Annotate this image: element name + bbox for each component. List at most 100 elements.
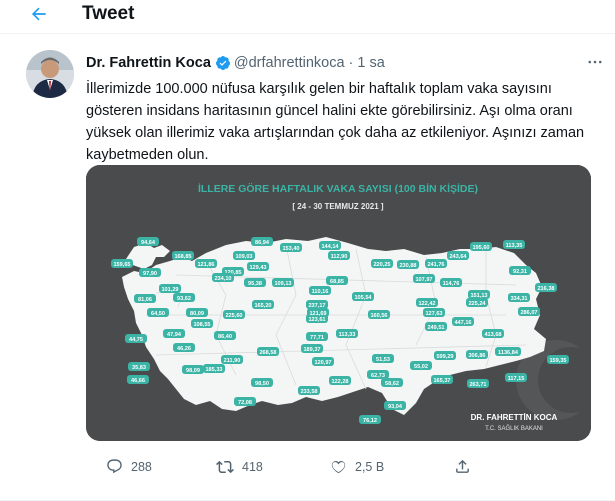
province-label-value: 97,90 xyxy=(143,271,157,277)
province-label-value: 64,50 xyxy=(151,311,165,317)
author-name[interactable]: Dr. Fahrettin Koca xyxy=(86,55,211,71)
province-label: 268,58 xyxy=(257,347,279,356)
tweet-text-line: İllerimizde 100.000 nüfusa karşılık gele… xyxy=(86,81,552,97)
province-label-value: 120,97 xyxy=(314,360,331,366)
province-label: 185,33 xyxy=(203,364,225,373)
province-label-value: 129,43 xyxy=(249,265,266,271)
province-label: 122,28 xyxy=(329,376,351,385)
reply-icon xyxy=(107,459,122,474)
tweet-author-line: Dr. Fahrettin Koca @drfahrettinkoca · 1 … xyxy=(86,55,385,71)
province-label: 95,38 xyxy=(244,278,266,287)
share-button[interactable] xyxy=(454,458,471,475)
map-footer-name: DR. FAHRETTİN KOCA xyxy=(471,413,558,422)
tweet-header: Tweet xyxy=(0,0,615,34)
province-label: 86,94 xyxy=(251,237,273,246)
province-label: 1136,84 xyxy=(495,347,521,356)
separator-dot: · xyxy=(348,55,354,71)
province-label-value: 230,88 xyxy=(399,263,416,269)
province-label-value: 62,73 xyxy=(371,373,385,379)
tweet-timestamp[interactable]: 1 sa xyxy=(357,55,384,71)
tweet-media-image[interactable]: İLLERE GÖRE HAFTALIK VAKA SAYISI (100 Bİ… xyxy=(86,165,591,441)
province-label-value: 98,50 xyxy=(255,381,269,387)
retweet-button[interactable]: 418 xyxy=(216,458,263,476)
province-label-value: 160,56 xyxy=(370,313,387,319)
province-label-value: 225,60 xyxy=(225,313,242,319)
province-label-value: 216,38 xyxy=(537,286,554,292)
province-label: 159,35 xyxy=(547,355,569,364)
province-label: 47,94 xyxy=(163,329,185,338)
province-label-value: 114,76 xyxy=(443,281,460,287)
tweet-text: İllerimizde 100.000 nüfusa karşılık gele… xyxy=(86,78,601,166)
province-label-value: 1136,84 xyxy=(498,350,519,356)
province-label-value: 144,14 xyxy=(321,244,339,250)
province-label-value: 268,58 xyxy=(259,350,276,356)
province-label: 77,71 xyxy=(306,332,328,341)
province-label: 110,16 xyxy=(309,286,331,295)
province-label: 113,35 xyxy=(503,240,525,249)
reply-button[interactable]: 288 xyxy=(106,458,152,475)
province-label: 55,02 xyxy=(410,361,432,370)
tweet-actions: 288 418 2,5 B xyxy=(86,458,606,488)
share-icon xyxy=(456,459,469,473)
province-label: 237,17 xyxy=(306,300,328,309)
province-label-value: 153,40 xyxy=(282,246,299,252)
map-title: İLLERE GÖRE HAFTALIK VAKA SAYISI (100 Bİ… xyxy=(198,182,478,195)
province-label: 98,09 xyxy=(182,365,204,374)
province-label: 107,97 xyxy=(413,274,435,283)
province-label-value: 107,97 xyxy=(415,277,432,283)
province-label-value: 249,51 xyxy=(427,325,444,331)
province-label: 129,43 xyxy=(247,262,269,271)
province-label: 234,10 xyxy=(212,273,234,282)
province-label: 127,63 xyxy=(423,308,445,317)
back-button[interactable] xyxy=(22,0,56,28)
province-label: 306,86 xyxy=(466,350,488,359)
province-label-value: 185,33 xyxy=(205,367,222,373)
province-label: 249,51 xyxy=(425,322,447,331)
province-label-value: 55,02 xyxy=(414,364,428,370)
avatar-image xyxy=(26,50,74,98)
author-handle[interactable]: @drfahrettinkoca xyxy=(234,55,345,71)
province-label-value: 127,63 xyxy=(425,311,442,317)
province-label: 168,85 xyxy=(172,251,194,260)
province-label-value: 35,83 xyxy=(132,365,146,371)
province-label: 122,42 xyxy=(416,298,438,307)
province-label-value: 159,35 xyxy=(549,358,566,364)
province-label: 144,14 xyxy=(319,241,341,250)
province-label-value: 599,29 xyxy=(436,354,453,360)
like-button[interactable]: 2,5 B xyxy=(330,458,384,475)
province-label: 413,68 xyxy=(482,329,504,338)
province-label-value: 93,04 xyxy=(388,404,403,410)
province-label: 117,15 xyxy=(505,373,527,382)
province-label-value: 101,29 xyxy=(161,287,178,293)
province-label: 286,07 xyxy=(518,307,540,316)
province-label: 44,75 xyxy=(125,334,147,343)
province-label: 230,88 xyxy=(397,260,419,269)
more-options-button[interactable] xyxy=(585,52,605,72)
province-label-value: 72,08 xyxy=(238,400,252,406)
province-label: 98,50 xyxy=(251,378,273,387)
province-label-value: 159,65 xyxy=(113,262,130,268)
province-label: 243,64 xyxy=(447,251,469,260)
province-label: 189,37 xyxy=(301,344,323,353)
province-label-value: 95,38 xyxy=(248,281,262,287)
province-label-value: 233,58 xyxy=(300,389,317,395)
province-label-value: 46,26 xyxy=(177,346,191,352)
avatar[interactable] xyxy=(26,50,74,98)
province-label: 62,73 xyxy=(367,370,389,379)
province-label-value: 46,66 xyxy=(131,378,145,384)
province-label-value: 447,16 xyxy=(454,320,471,326)
province-label-value: 220,25 xyxy=(373,262,390,268)
province-label-value: 93,62 xyxy=(177,296,191,302)
province-label-value: 112,90 xyxy=(331,254,348,260)
province-label-value: 113,35 xyxy=(506,243,523,249)
province-label-value: 413,68 xyxy=(484,332,501,338)
province-label: 159,65 xyxy=(111,259,133,268)
province-label-value: 211,90 xyxy=(224,358,241,364)
province-label: 94,64 xyxy=(137,237,159,246)
tweet-text-line: kaybetmeden olun. xyxy=(86,147,209,163)
province-label: 105,54 xyxy=(352,292,374,301)
province-label: 80,09 xyxy=(186,308,208,317)
province-label: 121,86 xyxy=(195,259,217,268)
province-label-value: 113,33 xyxy=(339,332,356,338)
province-label-value: 195,60 xyxy=(472,245,489,251)
